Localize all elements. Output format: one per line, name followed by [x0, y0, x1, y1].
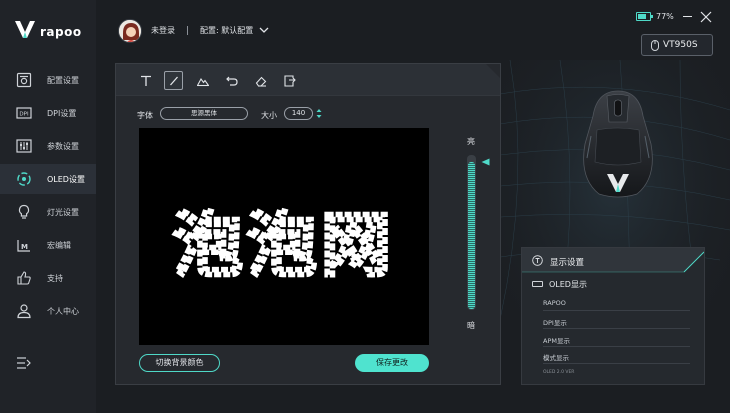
brightness-slider[interactable]: [467, 155, 476, 310]
sidebar-item-label: 个人中心: [47, 306, 79, 316]
sidebar-item-label: 宏编辑: [47, 240, 71, 250]
display-icon: [532, 255, 543, 266]
oled-screen-icon: [532, 281, 543, 287]
undo-icon: [225, 76, 238, 86]
sidebar: rapoo 配置设置 DPI DPI设置 参数设置 OLED设置 灯光设置 M …: [0, 0, 96, 413]
user-icon: [17, 304, 31, 319]
sidebar-item-lighting[interactable]: 灯光设置: [0, 197, 96, 227]
battery-icon: [636, 12, 653, 21]
oled-icon: [17, 172, 31, 186]
sidebar-item-label: 参数设置: [47, 141, 79, 151]
slider-thumb-icon[interactable]: [481, 158, 490, 166]
display-option-apm[interactable]: APM显示: [543, 333, 690, 347]
display-option-rapoo[interactable]: RAPOO: [543, 297, 690, 311]
display-settings-title: 显示设置: [550, 258, 585, 268]
collapse-menu-icon[interactable]: [16, 356, 32, 370]
avatar[interactable]: [118, 19, 142, 43]
oled-display-section: OLED显示: [532, 279, 702, 291]
eraser-icon: [255, 76, 266, 87]
header-divider: [187, 26, 188, 35]
config-selector[interactable]: 配置: 默认配置: [200, 25, 253, 36]
svg-text:M: M: [21, 243, 28, 251]
thumbs-up-icon: [17, 271, 31, 285]
size-input[interactable]: 140: [284, 107, 313, 120]
sidebar-item-label: DPI设置: [47, 108, 77, 118]
sidebar-item-profile[interactable]: 个人中心: [0, 296, 96, 326]
sidebar-item-oled[interactable]: OLED设置: [0, 164, 96, 194]
oled-canvas[interactable]: 泡泡网: [139, 128, 429, 345]
display-footer: OLED 2.0 VER: [543, 370, 575, 375]
oled-preview: 泡泡网: [170, 201, 395, 289]
sidebar-item-label: OLED设置: [47, 174, 85, 184]
size-label: 大小: [261, 111, 277, 120]
image-tool-button[interactable]: [193, 71, 212, 90]
device-selector-button[interactable]: VT950S: [641, 34, 713, 56]
sidebar-item-dpi[interactable]: DPI DPI设置: [0, 98, 96, 128]
mouse-icon: [651, 40, 659, 51]
sidebar-item-macro[interactable]: M 宏编辑: [0, 230, 96, 260]
export-icon: [283, 74, 296, 87]
dpi-icon: DPI: [16, 107, 32, 119]
avatar-image: [119, 20, 141, 42]
pen-tool-button[interactable]: [164, 71, 183, 90]
mouse-product-image: [583, 90, 653, 198]
font-label: 字体: [137, 111, 153, 120]
close-icon[interactable]: [700, 11, 712, 23]
bulb-icon: [18, 204, 30, 219]
brightness-low-label: 暗: [467, 321, 475, 330]
export-button[interactable]: [280, 71, 299, 90]
pen-icon: [169, 76, 178, 85]
display-option-mode[interactable]: 模式显示: [543, 350, 690, 364]
sidebar-item-config[interactable]: 配置设置: [0, 65, 96, 95]
svg-text:DPI: DPI: [19, 112, 29, 118]
font-select[interactable]: 思源黑体: [160, 107, 248, 120]
minimize-button[interactable]: [683, 16, 692, 17]
battery-level: [638, 14, 646, 19]
config-icon: [16, 72, 32, 88]
switch-bg-color-button[interactable]: 切换背景颜色: [139, 354, 220, 372]
macro-icon: M: [17, 240, 30, 252]
sidebar-item-label: 灯光设置: [47, 207, 79, 217]
eraser-button[interactable]: [251, 71, 270, 90]
oled-preview-text: 泡泡网: [173, 204, 395, 286]
brightness-fill: [468, 162, 475, 309]
brand-name: rapoo: [40, 25, 82, 39]
text-tool-button[interactable]: [136, 71, 155, 90]
rapoo-v-logo-icon: [15, 21, 35, 38]
sidebar-item-params[interactable]: 参数设置: [0, 131, 96, 161]
login-status[interactable]: 未登录: [151, 25, 175, 36]
sliders-icon: [16, 139, 32, 153]
oled-display-title: OLED显示: [549, 280, 587, 289]
sidebar-item-label: 支持: [47, 273, 63, 283]
size-stepper-icon[interactable]: [316, 107, 322, 120]
display-settings-panel: 显示设置 OLED显示 RAPOO DPI显示 APM显示 模式显示 OLED …: [521, 247, 705, 385]
brand-logo: rapoo: [14, 18, 82, 40]
oled-editor-panel: 字体 思源黑体 大小 140 泡泡网 亮 暗 切换背景颜色 保存更改: [115, 63, 501, 385]
mountain-image-icon: [196, 77, 209, 86]
device-name: VT950S: [663, 40, 698, 50]
brightness-high-label: 亮: [467, 137, 475, 146]
sidebar-item-label: 配置设置: [47, 75, 79, 85]
undo-button[interactable]: [222, 71, 241, 90]
battery-percent: 77%: [656, 12, 674, 21]
chevron-down-icon[interactable]: [259, 26, 269, 34]
sidebar-item-support[interactable]: 支持: [0, 263, 96, 293]
display-option-dpi[interactable]: DPI显示: [543, 315, 690, 329]
save-button[interactable]: 保存更改: [355, 354, 429, 372]
text-tool-icon: [140, 75, 151, 86]
